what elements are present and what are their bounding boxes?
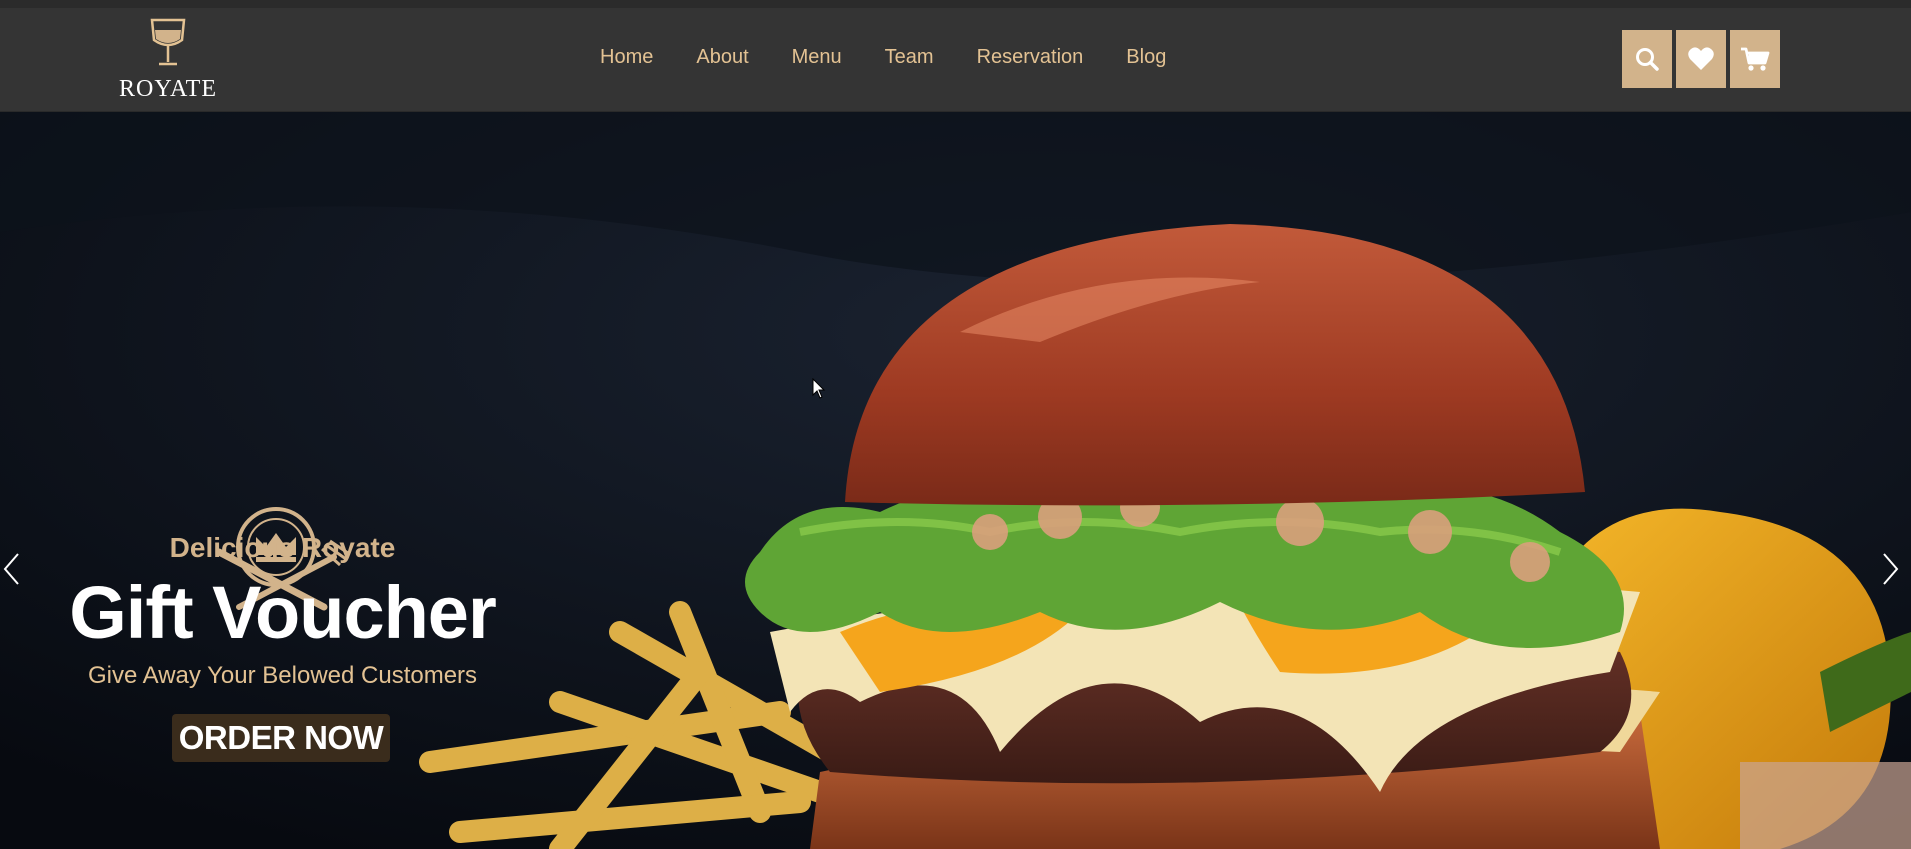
hero-title: Gift Voucher xyxy=(69,571,497,654)
heart-icon xyxy=(1688,47,1714,70)
site-header: ROYATE Home About Menu Team Reservation … xyxy=(0,8,1911,112)
cart-button[interactable] xyxy=(1730,30,1780,88)
order-now-button[interactable]: ORDER NOW xyxy=(172,714,390,762)
nav-item-about[interactable]: About xyxy=(696,46,748,69)
header-actions xyxy=(1622,30,1780,88)
search-button[interactable] xyxy=(1622,30,1672,88)
wine-glass-icon xyxy=(150,18,186,66)
slider-next-arrow[interactable] xyxy=(1880,552,1900,591)
nav-item-blog[interactable]: Blog xyxy=(1126,46,1166,69)
wishlist-button[interactable] xyxy=(1676,30,1726,88)
nav-item-reservation[interactable]: Reservation xyxy=(977,46,1084,69)
search-icon xyxy=(1636,48,1659,71)
cart-icon xyxy=(1741,47,1770,71)
mouse-cursor-icon xyxy=(812,378,826,399)
chevron-right-icon xyxy=(1883,553,1899,585)
main-nav: Home About Menu Team Reservation Blog xyxy=(600,46,1166,69)
nav-item-menu[interactable]: Menu xyxy=(792,46,842,69)
hero-description: Give Away Your Belowed Customers xyxy=(87,662,478,689)
brand-name: ROYATE xyxy=(118,76,217,102)
hero-subtitle: Delicious Royate xyxy=(169,532,396,563)
hero-slider: Delicious Royate Gift Voucher Give Away … xyxy=(0,112,1911,849)
nav-item-team[interactable]: Team xyxy=(885,46,934,69)
brand-logo[interactable]: ROYATE xyxy=(118,18,218,104)
nav-item-home[interactable]: Home xyxy=(600,46,653,69)
